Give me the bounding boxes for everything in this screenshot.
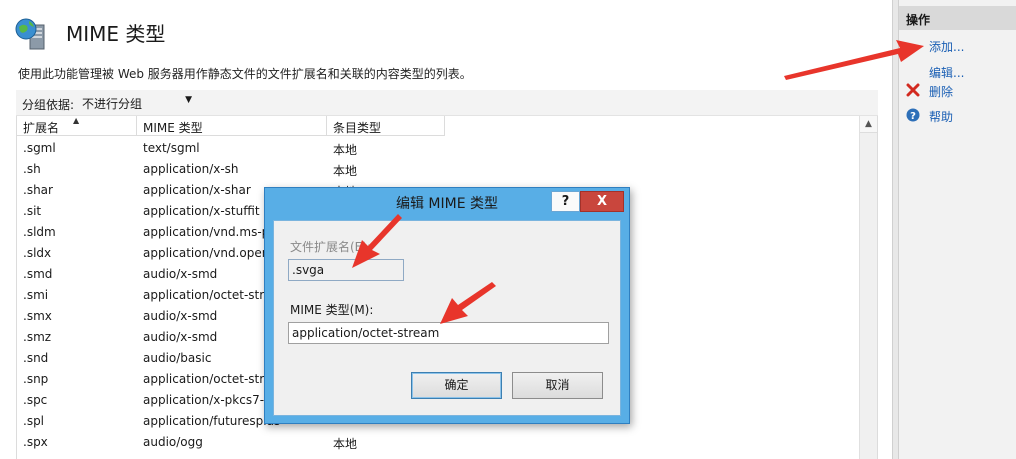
table-row[interactable]: .sh application/x-sh 本地 [17,158,857,179]
page-description: 使用此功能管理被 Web 服务器用作静态文件的文件扩展名和关联的内容类型的列表。 [18,67,472,81]
dialog-help-button[interactable]: ? [551,191,580,212]
dropdown-arrow-icon: ▼ [185,95,192,105]
column-header-extension[interactable]: 扩展名 ▲ [17,116,137,136]
dialog-close-button[interactable]: X [580,191,624,212]
actions-header: 操作 [899,6,1016,30]
ok-button[interactable]: 确定 [411,372,502,399]
group-by-bar: 分组依据: 不进行分组 ▼ [16,90,878,116]
column-header-entry-type[interactable]: 条目类型 [327,116,445,136]
help-action-link[interactable]: 帮助 [929,108,953,125]
help-circle-icon: ? [906,108,920,122]
column-header-mime-type[interactable]: MIME 类型 [137,116,327,136]
group-by-value: 不进行分组 [82,97,143,111]
sort-ascending-icon: ▲ [73,116,80,125]
actions-pane: 操作 添加... 编辑... 删除 ? 帮助 [898,0,1016,459]
group-by-label: 分组依据: [22,98,75,112]
scroll-up-icon[interactable]: ▲ [860,116,877,133]
table-row[interactable]: .sgml text/sgml 本地 [17,137,857,158]
mime-type-field[interactable]: application/octet-stream [288,322,609,344]
svg-text:?: ? [910,111,916,122]
page-title: MIME 类型 [66,22,166,46]
mime-type-label: MIME 类型(M): [290,303,374,317]
vertical-scrollbar[interactable]: ▲ [859,116,877,459]
extension-label: 文件扩展名(E): [290,240,371,254]
dialog-body: 文件扩展名(E): .svga MIME 类型(M): application/… [273,220,621,416]
add-action-link[interactable]: 添加... [929,38,964,55]
extension-field[interactable]: .svga [288,259,404,281]
red-x-icon [906,83,920,97]
edit-mime-dialog: 编辑 MIME 类型 ? X 文件扩展名(E): .svga MIME 类型(M… [264,187,630,424]
cancel-button[interactable]: 取消 [512,372,603,399]
edit-action-link[interactable]: 编辑... [929,64,964,81]
globe-server-icon [15,18,45,50]
delete-action-link[interactable]: 删除 [929,83,953,100]
group-by-select[interactable]: 不进行分组 ▼ [78,93,196,112]
table-row[interactable]: .spx audio/ogg 本地 [17,431,857,452]
